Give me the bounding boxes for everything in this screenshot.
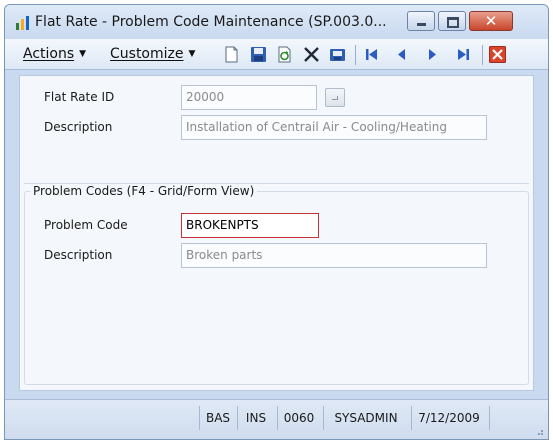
title-bar[interactable]: Flat Rate - Problem Code Maintenance (SP… <box>5 5 548 39</box>
toolbar: Actions ▼ Customize ▼ <box>5 39 548 70</box>
new-icon[interactable] <box>223 46 240 63</box>
close-x-icon: ✕ <box>484 12 498 30</box>
status-date: 7/12/2009 <box>411 406 486 430</box>
problem-code-label: Problem Code <box>44 218 128 232</box>
flat-rate-lookup-button[interactable] <box>325 88 345 107</box>
flat-rate-id-field[interactable]: 20000 <box>181 85 317 110</box>
customize-menu-label: Customize <box>110 46 184 62</box>
resize-grip-icon[interactable] <box>534 426 544 436</box>
status-ins: INS <box>237 406 274 430</box>
actions-menu-label: Actions <box>23 46 75 62</box>
chevron-down-icon: ▼ <box>79 49 87 59</box>
description-label: Description <box>44 120 113 134</box>
actions-menu[interactable]: Actions ▼ <box>23 46 86 62</box>
maximize-button[interactable] <box>438 11 466 31</box>
previous-record-icon[interactable] <box>394 46 411 63</box>
chevron-down-icon: ▼ <box>188 49 196 59</box>
problem-description-field[interactable]: Broken parts <box>181 243 487 268</box>
problem-description-label: Description <box>44 248 113 262</box>
close-icon[interactable] <box>489 46 506 63</box>
delete-icon[interactable] <box>303 46 320 63</box>
refresh-icon[interactable] <box>276 46 293 63</box>
toolbar-separator <box>355 45 356 65</box>
problem-codes-group-title: Problem Codes (F4 - Grid/Form View) <box>30 184 258 198</box>
status-bas: BAS <box>199 406 236 430</box>
flat-rate-id-label: Flat Rate ID <box>44 90 115 104</box>
window-title: Flat Rate - Problem Code Maintenance (SP… <box>35 14 387 30</box>
print-icon[interactable] <box>329 46 346 63</box>
flat-rate-description-field[interactable]: Installation of Centrail Air - Cooling/H… <box>181 115 487 140</box>
form-panel: Flat Rate ID 20000 Description Installat… <box>19 75 534 391</box>
app-icon <box>16 16 29 30</box>
app-window: Flat Rate - Problem Code Maintenance (SP… <box>4 4 549 440</box>
problem-code-input[interactable]: BROKENPTS <box>181 213 319 238</box>
window-close-button[interactable]: ✕ <box>469 11 513 31</box>
toolbar-separator <box>482 45 483 65</box>
status-record: 0060 <box>277 406 320 430</box>
status-empty <box>489 406 530 430</box>
next-record-icon[interactable] <box>424 46 441 63</box>
status-bar: BAS INS 0060 SYSADMIN 7/12/2009 <box>5 399 548 439</box>
customize-menu[interactable]: Customize ▼ <box>110 46 195 62</box>
save-icon[interactable] <box>250 46 267 63</box>
status-user: SYSADMIN <box>323 406 408 430</box>
last-record-icon[interactable] <box>455 46 472 63</box>
minimize-button[interactable] <box>407 11 435 31</box>
first-record-icon[interactable] <box>363 46 380 63</box>
